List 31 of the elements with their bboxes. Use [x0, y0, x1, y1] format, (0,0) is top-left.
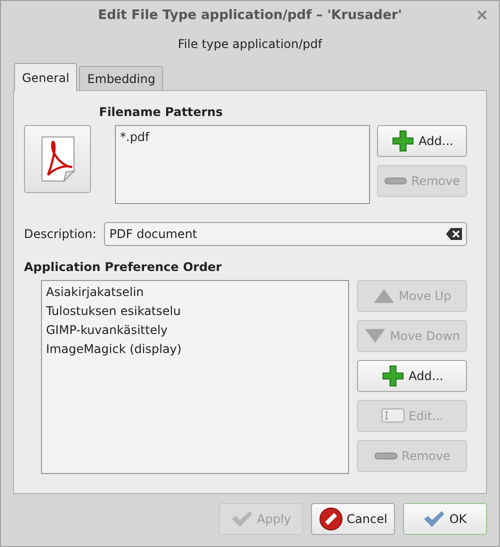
list-item[interactable]: ImageMagick (display): [46, 340, 344, 359]
dialog-button[interactable]: OK: [403, 503, 487, 535]
description-field[interactable]: PDF document: [104, 222, 467, 246]
window-title: Edit File Type application/pdf – 'Krusader': [98, 8, 402, 22]
tab[interactable]: General: [14, 63, 78, 91]
section-heading: Filename Patterns: [99, 105, 224, 121]
list-item[interactable]: GIMP-kuvankäsittely: [46, 321, 344, 340]
triangle-down-icon: [364, 328, 386, 344]
triangle-up-icon: [372, 288, 395, 304]
dialog-button[interactable]: Add...: [377, 125, 467, 157]
list-item[interactable]: Tulostuksen esikatselu: [46, 302, 344, 321]
clear-icon[interactable]: [446, 228, 462, 240]
dialog-button[interactable]: Cancel: [311, 503, 395, 535]
application-list[interactable]: Asiakirjakatselin Tulostuksen esikatselu GIMP-kuvankäsittely ImageMagick (display): [41, 280, 349, 474]
dialog-subtitle: File type application/pdf: [178, 37, 322, 51]
dialog-button[interactable]: Add...: [357, 360, 467, 392]
minus-icon: [374, 451, 398, 461]
text-field-icon: [380, 407, 405, 425]
list-item[interactable]: *.pdf: [120, 128, 365, 147]
checkmark-icon: [231, 510, 254, 528]
pattern-list[interactable]: *.pdf: [115, 125, 370, 204]
list-item[interactable]: Asiakirjakatselin: [46, 283, 344, 302]
field-label: Description:: [24, 227, 96, 241]
cancel-icon: [318, 507, 343, 531]
section-heading: Application Preference Order: [24, 260, 223, 276]
checkmark-icon: [423, 510, 446, 528]
file-type-icon-button[interactable]: [24, 125, 91, 193]
plus-icon: [390, 129, 415, 153]
minus-icon: [384, 176, 408, 186]
tab[interactable]: Embedding: [79, 66, 164, 90]
plus-icon: [380, 364, 405, 388]
